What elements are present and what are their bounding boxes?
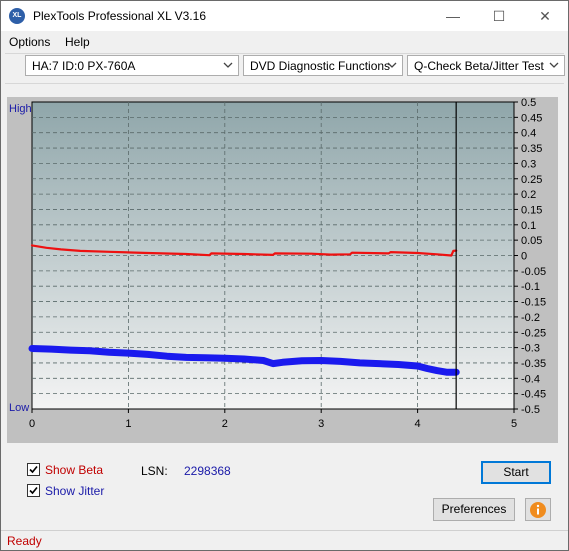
y-tick-label: -0.15 <box>521 297 546 309</box>
low-label: Low <box>9 402 30 414</box>
start-button[interactable]: Start <box>481 461 551 484</box>
x-tick-label: 0 <box>29 418 35 430</box>
checkmark-icon <box>29 486 38 495</box>
y-tick-label: 0.3 <box>521 158 536 170</box>
status-bar: Ready <box>1 530 568 550</box>
x-axis-ticks: 0 1 2 3 4 5 <box>29 409 517 430</box>
y-tick-label: -0.5 <box>521 404 540 416</box>
y-tick-label: -0.1 <box>521 281 540 293</box>
status-text: Ready <box>7 534 42 548</box>
control-panel: Show Beta Show Jitter LSN: 2298368 Start… <box>7 453 558 524</box>
y-tick-label: 0.05 <box>521 235 542 247</box>
y-tick-label: -0.3 <box>521 343 540 355</box>
y-tick-label: -0.4 <box>521 373 540 385</box>
y-tick-label: 0.25 <box>521 174 542 186</box>
high-label: High <box>9 103 32 115</box>
checkmark-icon <box>29 465 38 474</box>
y-tick-label: 0.4 <box>521 128 536 140</box>
y-tick-label: 0.15 <box>521 204 542 216</box>
y-tick-label: -0.25 <box>521 327 546 339</box>
lsn-label: LSN: <box>141 464 168 478</box>
info-icon <box>530 502 546 518</box>
beta-jitter-chart: 0.5 0.45 0.4 0.35 0.3 0.25 0.2 0.15 0.1 0.05 0 -0.0… <box>28 97 546 430</box>
y-tick-label: -0.05 <box>521 266 546 278</box>
info-button[interactable] <box>525 498 551 521</box>
x-tick-label: 4 <box>415 418 421 430</box>
show-jitter-label[interactable]: Show Jitter <box>45 484 104 498</box>
y-tick-label: 0.45 <box>521 112 542 124</box>
show-beta-checkbox[interactable] <box>27 463 40 476</box>
x-tick-label: 1 <box>125 418 131 430</box>
x-tick-label: 3 <box>318 418 324 430</box>
show-beta-label[interactable]: Show Beta <box>45 463 103 477</box>
y-tick-label: -0.2 <box>521 312 540 324</box>
y-tick-label: 0.35 <box>521 143 542 155</box>
y-axis-ticks: 0.5 0.45 0.4 0.35 0.3 0.25 0.2 0.15 0.1 0.05 0 -0.0… <box>514 97 546 416</box>
y-tick-label: -0.35 <box>521 358 546 370</box>
x-tick-label: 2 <box>222 418 228 430</box>
y-tick-label: 0.1 <box>521 220 536 232</box>
y-tick-label: 0.5 <box>521 97 536 109</box>
x-tick-label: 5 <box>511 418 517 430</box>
app-window: XL PlexTools Professional XL V3.16 — ☐ ✕… <box>0 0 569 551</box>
preferences-button[interactable]: Preferences <box>433 498 515 521</box>
lsn-value: 2298368 <box>184 464 231 478</box>
y-tick-label: 0.2 <box>521 189 536 201</box>
y-tick-label: -0.45 <box>521 389 546 401</box>
show-jitter-checkbox[interactable] <box>27 484 40 497</box>
y-tick-label: 0 <box>521 251 527 263</box>
